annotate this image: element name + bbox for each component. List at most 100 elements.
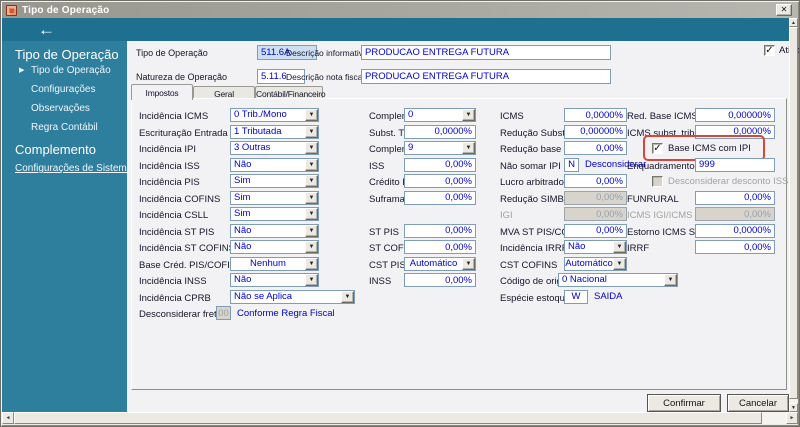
chevron-down-icon[interactable]: ▼ <box>305 109 318 121</box>
field-label-funrural: FUNRURAL <box>627 194 679 205</box>
chevron-down-icon[interactable]: ▼ <box>305 208 318 220</box>
dropdown-complemento[interactable]: 9▼ <box>404 141 476 155</box>
dropdown-incidencia-irrf[interactable]: Não▼ <box>564 240 627 254</box>
input-st-cofins[interactable]: 0,00% <box>404 240 476 254</box>
dropdown-incidencia-st-pis[interactable]: Não▼ <box>230 224 319 238</box>
dropdown-value: Nenhum <box>231 258 305 270</box>
input-iss[interactable]: 0,00% <box>404 158 476 172</box>
input-desconsiderar-frete[interactable]: 00 <box>216 306 231 320</box>
tab-impostos[interactable]: Impostos <box>131 84 193 100</box>
scroll-up-icon[interactable]: ▲ <box>789 18 798 27</box>
input-inss[interactable]: 0,00% <box>404 273 476 287</box>
main-panel: Tipo de Operação 511.6A Descrição inform… <box>127 41 789 412</box>
dropdown-value: Não <box>231 241 305 253</box>
dropdown-incidencia-pis[interactable]: Sim▼ <box>230 174 319 188</box>
dropdown-value: 0 <box>405 109 462 121</box>
dropdown-incidencia-csll[interactable]: Sim▼ <box>230 207 319 221</box>
scroll-down-icon[interactable]: ▼ <box>789 403 798 412</box>
input-icms[interactable]: 0,0000% <box>564 108 627 122</box>
dropdown-complemento[interactable]: 0▼ <box>404 108 476 122</box>
chevron-down-icon[interactable]: ▼ <box>462 258 475 270</box>
chevron-down-icon[interactable]: ▼ <box>305 241 318 253</box>
confirm-button[interactable]: Confirmar <box>647 394 721 412</box>
sidebar-item-regra-contabil[interactable]: Regra Contábil <box>31 122 98 133</box>
input-reducao-simbahia[interactable]: 0,00% <box>564 191 627 205</box>
input-red-base-icms[interactable]: 0,00000% <box>695 108 775 122</box>
field-label-inss: INSS <box>369 276 391 287</box>
input-igi[interactable]: 0,00% <box>564 207 627 221</box>
chevron-down-icon[interactable]: ▼ <box>305 126 318 138</box>
dropdown-value: Não <box>565 241 613 253</box>
chevron-down-icon[interactable]: ▼ <box>305 258 318 270</box>
descricao-informativa-field[interactable]: PRODUCAO ENTREGA FUTURA <box>361 45 611 60</box>
input-credito-pis-cofins[interactable]: 0,00% <box>404 174 476 188</box>
horizontal-scroll-thumb[interactable] <box>14 412 762 424</box>
scroll-right-icon[interactable]: ► <box>786 412 798 424</box>
input-lucro-arbitrado[interactable]: 0,00% <box>564 174 627 188</box>
checkbox-desconsiderar-desconto-iss[interactable]: Desconsiderar desconto ISS <box>652 175 788 188</box>
field-label-st-pis: ST PIS <box>369 227 399 238</box>
dropdown-incidencia-inss[interactable]: Não▼ <box>230 273 319 287</box>
vertical-scroll-thumb[interactable] <box>789 27 798 399</box>
dropdown-cst-pis[interactable]: Automático▼ <box>404 257 476 271</box>
form-row: ST PIS 0,00% <box>369 224 519 241</box>
chevron-down-icon[interactable]: ▼ <box>341 291 354 303</box>
dropdown-incidencia-ipi[interactable]: 3 Outras▼ <box>230 141 319 155</box>
back-arrow-icon[interactable]: ← <box>38 19 55 40</box>
input-reducao-subst-trib[interactable]: 0,00000% <box>564 125 627 139</box>
input-estorno-icms-st[interactable]: 0,0000% <box>695 224 775 238</box>
form-row: ✓Base ICMS com IPI <box>627 141 785 158</box>
input-subst-tribut-mva[interactable]: 0,0000% <box>404 125 476 139</box>
chevron-down-icon[interactable]: ▼ <box>305 159 318 171</box>
sidebar-item-configuracoes[interactable]: Configurações <box>31 84 95 95</box>
chevron-down-icon[interactable]: ▼ <box>305 175 318 187</box>
input-nao-somar-ipi[interactable]: N <box>564 158 579 172</box>
chevron-down-icon[interactable]: ▼ <box>613 258 626 270</box>
dropdown-incidencia-cofins[interactable]: Sim▼ <box>230 191 319 205</box>
dropdown-incidencia-st-cofins[interactable]: Não▼ <box>230 240 319 254</box>
chevron-down-icon[interactable]: ▼ <box>462 109 475 121</box>
dropdown-incidencia-cprb[interactable]: Não se Aplica▼ <box>230 290 355 304</box>
close-icon[interactable]: ✕ <box>776 4 792 16</box>
dropdown-incidencia-icms[interactable]: 0 Trib./Mono▼ <box>230 108 319 122</box>
chevron-down-icon[interactable]: ▼ <box>305 192 318 204</box>
scroll-left-icon[interactable]: ◄ <box>2 412 14 424</box>
input-irrf[interactable]: 0,00% <box>695 240 775 254</box>
chevron-down-icon[interactable]: ▼ <box>613 241 626 253</box>
chevron-down-icon[interactable]: ▼ <box>462 142 475 154</box>
input-especie-estoque[interactable]: W <box>564 290 588 304</box>
dropdown-base-cred-pis-cofins[interactable]: Nenhum▼ <box>230 257 319 271</box>
dropdown-codigo-de-origem[interactable]: 0 Nacional▼ <box>558 273 678 287</box>
form-row: Incidência CPRBNão se Aplica▼ <box>139 290 374 307</box>
dropdown-escrituracao-entrada[interactable]: 1 Tributada▼ <box>230 125 319 139</box>
sidebar-item-observacoes[interactable]: Observações <box>31 103 90 114</box>
input-enquadramento-de-ipi[interactable]: 999 <box>695 158 775 172</box>
input-st-pis[interactable]: 0,00% <box>404 224 476 238</box>
input-icms-igi-icms-imp-pr[interactable]: 0,00% <box>695 207 775 221</box>
input-funrural[interactable]: 0,00% <box>695 191 775 205</box>
title-bar: Tipo de Operação ✕ <box>2 2 798 18</box>
form-row: Incidência CSLLSim▼ <box>139 207 374 224</box>
input-suframa[interactable]: 0,00% <box>404 191 476 205</box>
dropdown-value: Sim <box>231 208 305 220</box>
chevron-down-icon[interactable]: ▼ <box>664 274 677 286</box>
dropdown-value: 9 <box>405 142 462 154</box>
input-reducao-base-ipi[interactable]: 0,00% <box>564 141 627 155</box>
field-label-icms: ICMS <box>500 111 524 122</box>
horizontal-scrollbar[interactable]: ◄ ► <box>2 412 798 424</box>
form-row: IRRF0,00% <box>627 240 785 257</box>
flag-field-especie-estoque: WSAIDA <box>564 290 623 304</box>
chevron-down-icon[interactable]: ▼ <box>305 274 318 286</box>
cancel-button[interactable]: Cancelar <box>727 394 789 412</box>
dropdown-cst-cofins[interactable]: Automático▼ <box>564 257 627 271</box>
dropdown-value: Não <box>231 159 305 171</box>
chevron-down-icon[interactable]: ▼ <box>305 142 318 154</box>
sidebar-link-configuracoes-de-sistema[interactable]: Configurações de Sistema <box>15 163 132 174</box>
dropdown-incidencia-iss[interactable]: Não▼ <box>230 158 319 172</box>
field-label-iss: ISS <box>369 161 384 172</box>
sidebar-item-tipo-de-operacao[interactable]: ▶ Tipo de Operação <box>31 65 111 76</box>
input-mva-st-pis-cofins[interactable]: 0,00% <box>564 224 627 238</box>
descricao-nota-fiscal-field[interactable]: PRODUCAO ENTREGA FUTURA <box>361 69 611 84</box>
chevron-down-icon[interactable]: ▼ <box>305 225 318 237</box>
vertical-scrollbar[interactable]: ▲ ▼ <box>789 18 798 412</box>
